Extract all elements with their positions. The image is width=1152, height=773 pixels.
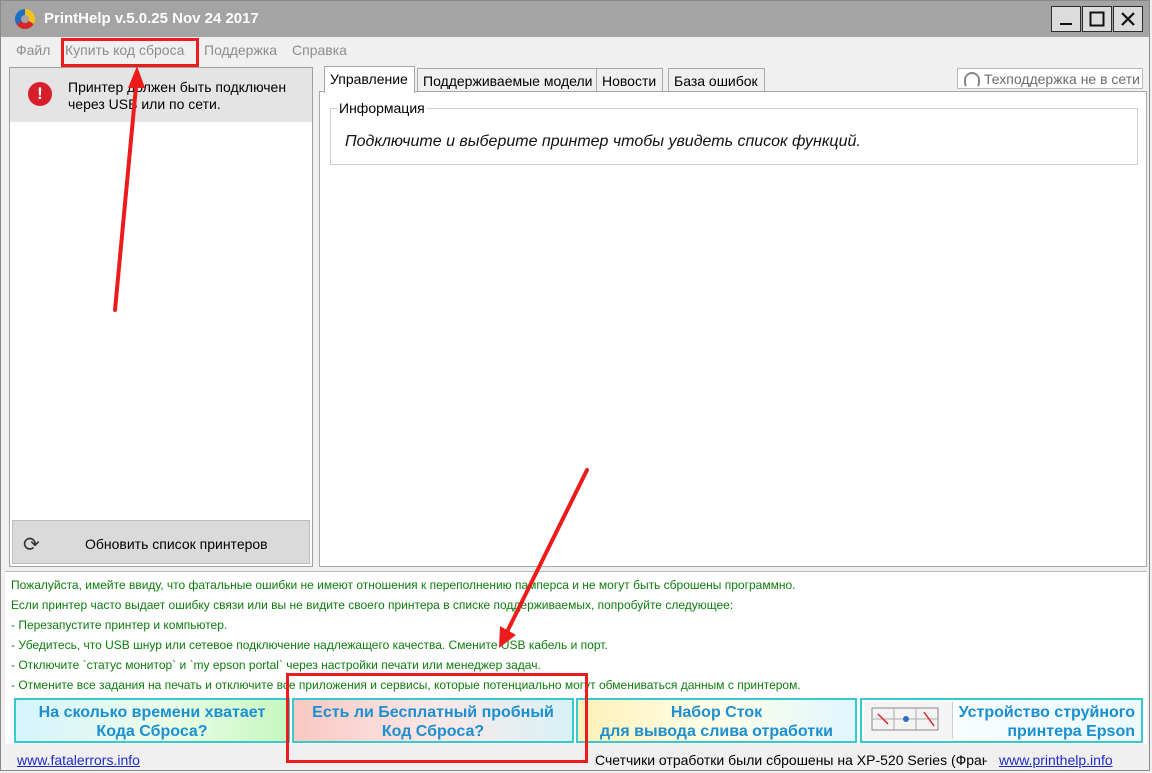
arrowhead-icon: [128, 66, 145, 88]
tab-control[interactable]: Управление: [324, 66, 415, 93]
annotation-arrows: [113, 66, 589, 648]
annotation-arrow-down: [501, 468, 589, 642]
annotation-arrow-up: [113, 74, 139, 312]
